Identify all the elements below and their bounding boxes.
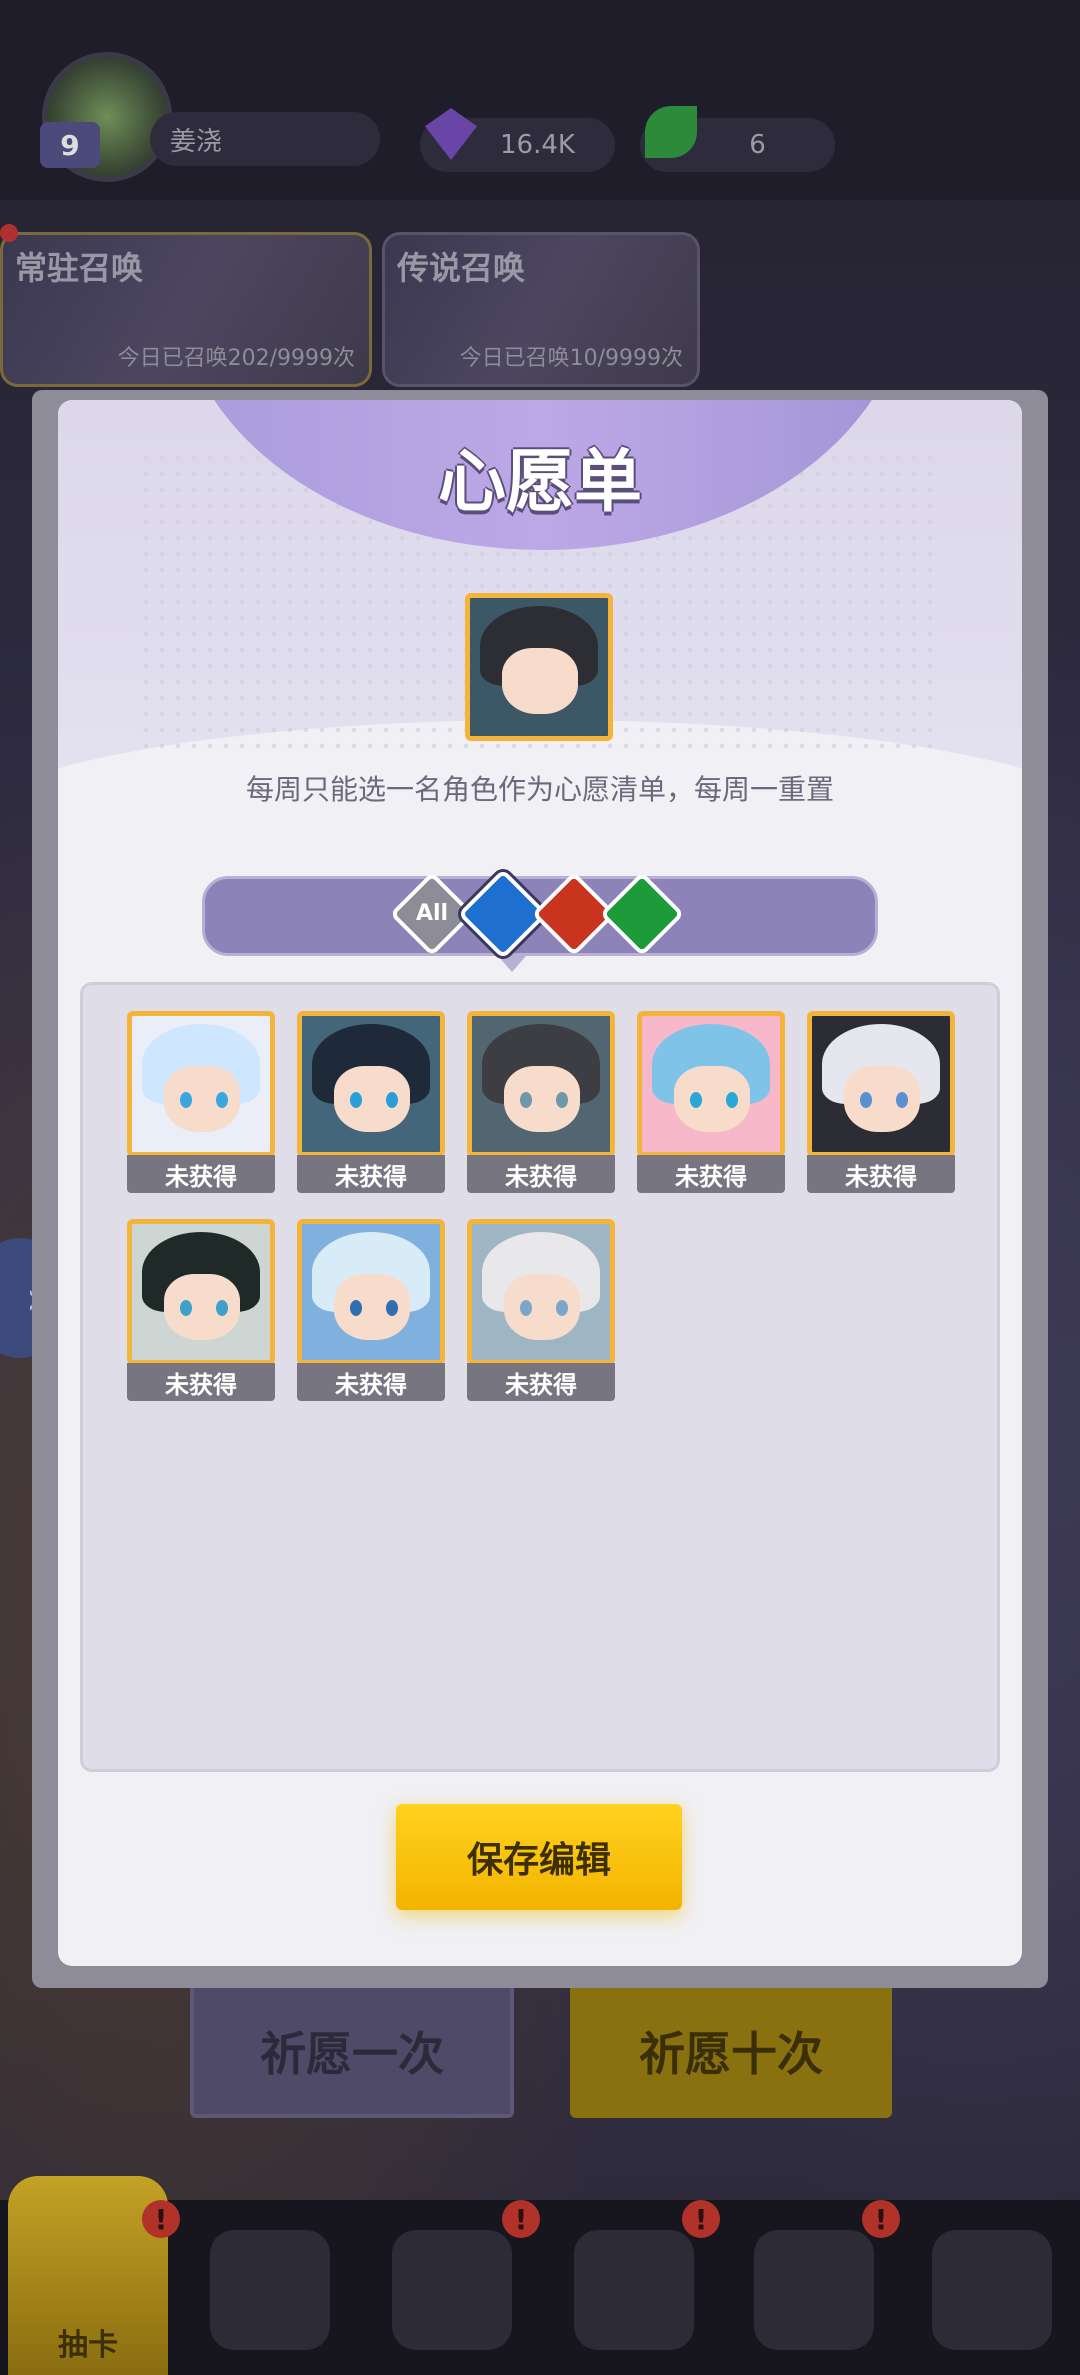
banner-title: 常驻召唤 xyxy=(15,249,144,287)
filter-all-label: All xyxy=(415,901,449,926)
player-level-badge: 9 xyxy=(40,122,100,168)
nav-alert-badge: ! xyxy=(862,2200,900,2238)
nav-alert-badge: ! xyxy=(682,2200,720,2238)
portrait-eye xyxy=(180,1300,192,1316)
save-edit-button[interactable]: 保存编辑 xyxy=(396,1804,682,1910)
portrait-face xyxy=(164,1274,240,1340)
pray-once-button[interactable]: 祈愿一次 xyxy=(190,1984,514,2118)
character-status-label: 未获得 xyxy=(297,1363,445,1401)
portrait-eye xyxy=(520,1300,532,1316)
banner-count: 今日已召唤202/9999次 xyxy=(117,346,355,371)
portrait-eye xyxy=(216,1300,228,1316)
character-portrait xyxy=(807,1011,955,1157)
nav-item-locked[interactable] xyxy=(932,2230,1052,2350)
legend-summon-banner[interactable]: 传说召唤 今日已召唤10/9999次 xyxy=(382,232,700,387)
portrait-eye xyxy=(556,1092,568,1108)
portrait-eye xyxy=(896,1092,908,1108)
character-status-label: 未获得 xyxy=(297,1155,445,1193)
filter-pointer xyxy=(498,956,526,972)
nav-item-shop[interactable] xyxy=(574,2230,694,2350)
character-portrait xyxy=(637,1011,785,1157)
character-portrait xyxy=(467,1011,615,1157)
character-status-label: 未获得 xyxy=(127,1363,275,1401)
portrait-eye xyxy=(520,1092,532,1108)
wishlist-description: 每周只能选一名角色作为心愿清单，每周一重置 xyxy=(245,773,834,806)
character-card[interactable]: 未获得 xyxy=(127,1219,275,1405)
portrait-face xyxy=(334,1066,410,1132)
portrait-eye xyxy=(350,1092,362,1108)
character-portrait xyxy=(297,1219,445,1365)
nav-item-heroes[interactable] xyxy=(210,2230,330,2350)
portrait-face xyxy=(504,1274,580,1340)
portrait-eye xyxy=(726,1092,738,1108)
portrait-face xyxy=(844,1066,920,1132)
nav-item-guild[interactable] xyxy=(754,2230,874,2350)
pray-ten-button[interactable]: 祈愿十次 xyxy=(570,1984,892,2118)
character-portrait xyxy=(297,1011,445,1157)
nav-item-book[interactable] xyxy=(392,2230,512,2350)
notification-dot xyxy=(0,224,18,242)
portrait-face xyxy=(674,1066,750,1132)
character-portrait xyxy=(127,1219,275,1365)
portrait-face xyxy=(334,1274,410,1340)
character-portrait xyxy=(127,1011,275,1157)
portrait-eye xyxy=(216,1092,228,1108)
selected-character-portrait[interactable] xyxy=(465,593,613,741)
nav-alert-badge: ! xyxy=(142,2200,180,2238)
portrait-face xyxy=(502,648,578,714)
portrait-eye xyxy=(180,1092,192,1108)
standard-summon-banner[interactable]: 常驻召唤 今日已召唤202/9999次 xyxy=(0,232,372,387)
banner-title: 传说召唤 xyxy=(397,249,526,287)
player-name: 姜浇 xyxy=(150,112,380,166)
portrait-eye xyxy=(690,1092,702,1108)
portrait-eye xyxy=(386,1300,398,1316)
character-card[interactable]: 未获得 xyxy=(467,1219,615,1405)
portrait-face xyxy=(164,1066,240,1132)
character-card[interactable]: 未获得 xyxy=(127,1011,275,1197)
dialog-title: 心愿单 xyxy=(437,443,642,522)
wishlist-dialog: 心愿单 每周只能选一名角色作为心愿清单，每周一重置 All 未获得 未获得 未获得未… xyxy=(58,400,1022,1966)
character-status-label: 未获得 xyxy=(637,1155,785,1193)
character-card[interactable]: 未获得 xyxy=(297,1011,445,1197)
nav-alert-badge: ! xyxy=(502,2200,540,2238)
nav-item-draw-label: 抽卡 xyxy=(58,2328,118,2363)
portrait-face xyxy=(504,1066,580,1132)
character-card[interactable]: 未获得 xyxy=(297,1219,445,1405)
character-card[interactable]: 未获得 xyxy=(467,1011,615,1197)
character-status-label: 未获得 xyxy=(467,1155,615,1193)
portrait-eye xyxy=(386,1092,398,1108)
character-grid: 未获得 未获得 未获得 未获得 未获得 未获得 未获得 未获得 xyxy=(80,982,1000,1772)
character-card[interactable]: 未获得 xyxy=(637,1011,785,1197)
portrait-eye xyxy=(556,1300,568,1316)
character-portrait xyxy=(467,1219,615,1365)
banner-count: 今日已召唤10/9999次 xyxy=(459,346,683,371)
character-status-label: 未获得 xyxy=(127,1155,275,1193)
character-card[interactable]: 未获得 xyxy=(807,1011,955,1197)
character-status-label: 未获得 xyxy=(807,1155,955,1193)
portrait-eye xyxy=(860,1092,872,1108)
character-status-label: 未获得 xyxy=(467,1363,615,1401)
leaf-icon xyxy=(645,106,697,158)
portrait-eye xyxy=(350,1300,362,1316)
